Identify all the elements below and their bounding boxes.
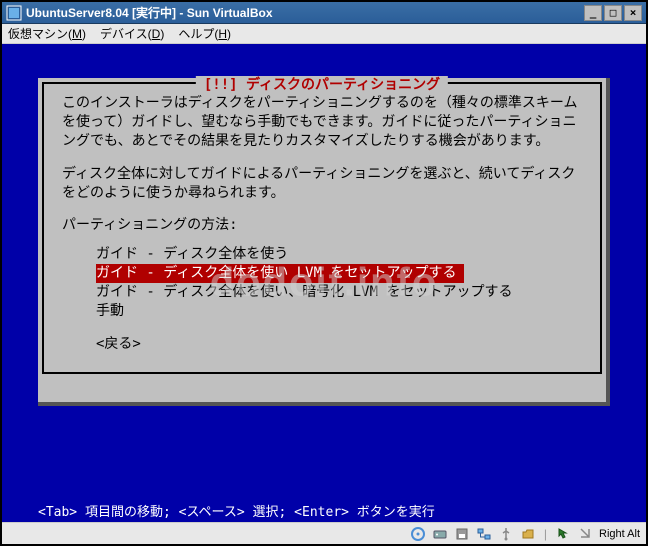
dialog-prompt: パーティショニングの方法: xyxy=(62,216,582,235)
hdd-icon[interactable] xyxy=(432,526,448,542)
floppy-icon[interactable] xyxy=(454,526,470,542)
key-hint: <Tab> 項目間の移動; <スペース> 選択; <Enter> ボタンを実行 xyxy=(38,497,610,522)
titlebar-buttons: _ □ × xyxy=(584,5,642,21)
menu-machine[interactable]: 仮想マシン(M) xyxy=(8,25,86,42)
hostkey-label: Right Alt xyxy=(599,528,640,540)
partitioning-dialog: [!!] ディスクのパーティショニング このインストーラはディスクをパーティショ… xyxy=(38,78,610,406)
console-screen: [!!] ディスクのパーティショニング このインストーラはディスクをパーティショ… xyxy=(2,44,646,522)
network-icon[interactable] xyxy=(476,526,492,542)
option-list: ガイド - ディスク全体を使う ガイド - ディスク全体を使い LVM をセット… xyxy=(96,245,582,321)
dialog-paragraph-1: このインストーラはディスクをパーティショニングするのを（種々の標準スキームを使っ… xyxy=(62,94,582,151)
dialog-title: [!!] ディスクのパーティショニング xyxy=(196,76,448,95)
hostkey-icon xyxy=(577,526,593,542)
titlebar: UbuntuServer8.04 [実行中] - Sun VirtualBox … xyxy=(2,2,646,24)
cd-icon[interactable] xyxy=(410,526,426,542)
app-icon xyxy=(6,5,22,21)
dialog-paragraph-2: ディスク全体に対してガイドによるパーティショニングを選ぶと、続いてディスクをどの… xyxy=(62,165,582,203)
virtualbox-window: UbuntuServer8.04 [実行中] - Sun VirtualBox … xyxy=(0,0,648,546)
maximize-button[interactable]: □ xyxy=(604,5,622,21)
close-button[interactable]: × xyxy=(624,5,642,21)
mouse-capture-icon[interactable] xyxy=(555,526,571,542)
option-guided-whole[interactable]: ガイド - ディスク全体を使う xyxy=(96,245,582,264)
option-manual[interactable]: 手動 xyxy=(96,302,582,321)
option-guided-enc-lvm[interactable]: ガイド - ディスク全体を使い、暗号化 LVM をセットアップする xyxy=(96,283,582,302)
usb-icon[interactable] xyxy=(498,526,514,542)
option-guided-lvm[interactable]: ガイド - ディスク全体を使い LVM をセットアップする xyxy=(96,264,464,283)
menu-device[interactable]: デバイス(D) xyxy=(100,25,164,42)
menu-help[interactable]: ヘルプ(H) xyxy=(178,25,231,42)
back-button[interactable]: <戻る> xyxy=(96,335,582,354)
statusbar: | Right Alt xyxy=(2,522,646,544)
separator: | xyxy=(544,527,547,541)
shared-folder-icon[interactable] xyxy=(520,526,536,542)
menubar: 仮想マシン(M) デバイス(D) ヘルプ(H) xyxy=(2,24,646,44)
window-title: UbuntuServer8.04 [実行中] - Sun VirtualBox xyxy=(26,4,584,21)
minimize-button[interactable]: _ xyxy=(584,5,602,21)
